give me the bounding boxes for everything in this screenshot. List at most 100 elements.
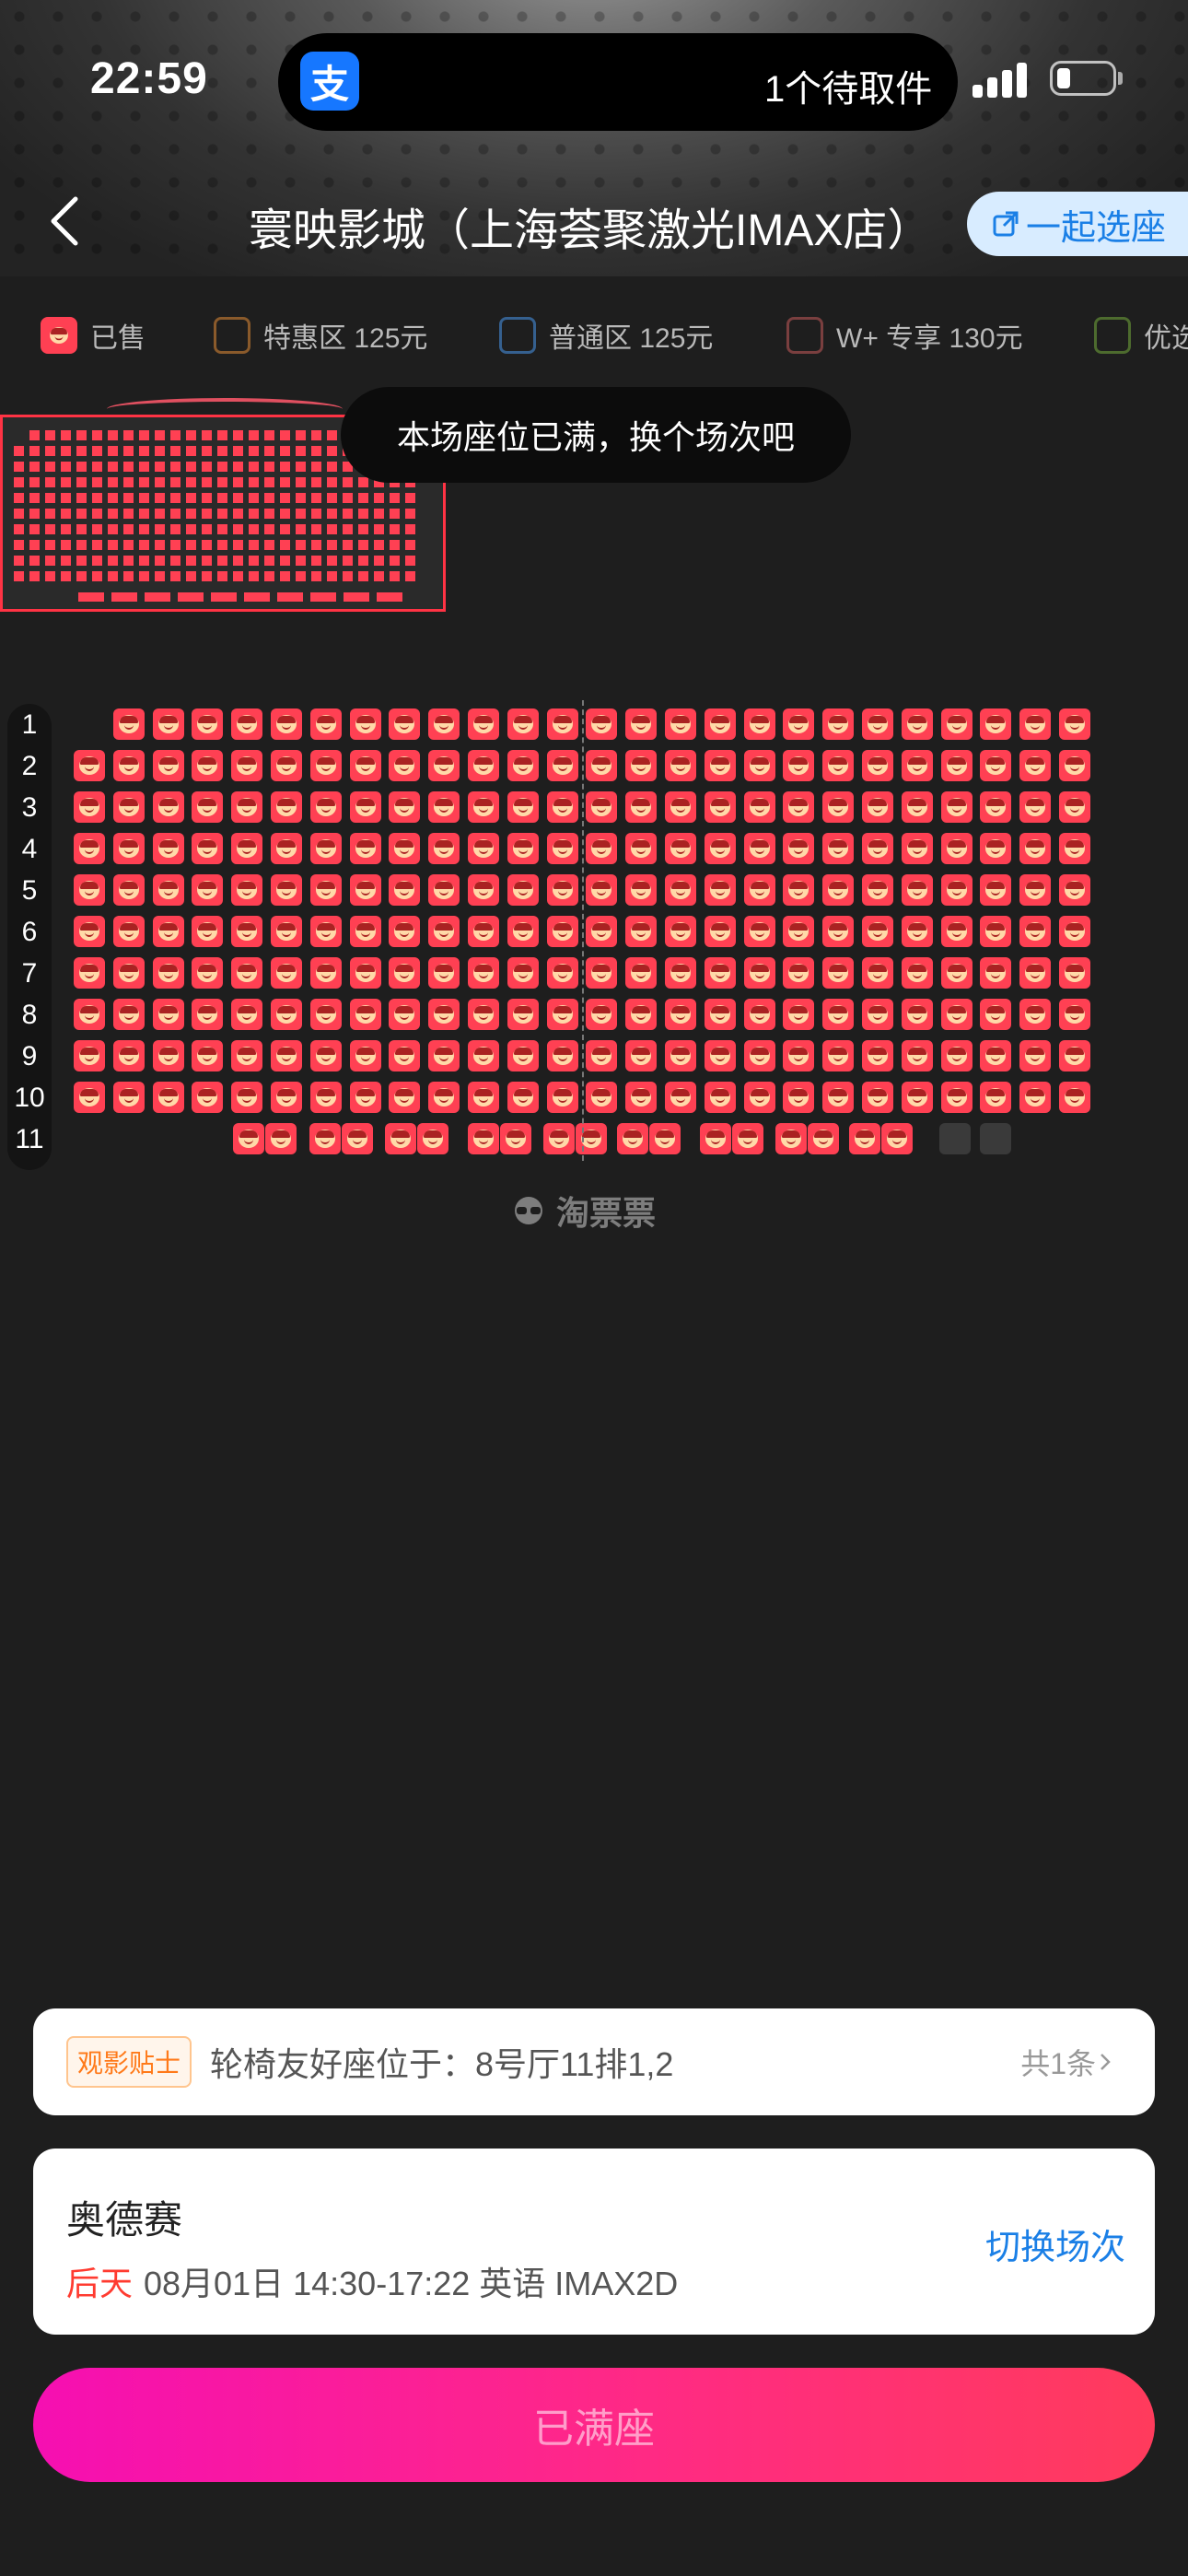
sold-seat[interactable] (862, 874, 893, 906)
sold-seat[interactable] (862, 791, 893, 823)
sold-seat[interactable] (704, 874, 736, 906)
sold-seat[interactable] (980, 1082, 1012, 1113)
sold-seat[interactable] (389, 833, 421, 864)
sold-seat[interactable] (507, 874, 539, 906)
sold-seat[interactable] (586, 916, 618, 947)
sold-seat[interactable] (862, 957, 893, 989)
sold-seat[interactable] (389, 1040, 421, 1071)
sold-seat[interactable] (822, 874, 855, 906)
sold-seat[interactable] (625, 791, 658, 823)
sold-seat[interactable] (389, 916, 421, 947)
sold-seat[interactable] (1059, 791, 1090, 823)
sold-seat[interactable] (349, 999, 381, 1030)
sold-seat[interactable] (112, 791, 145, 823)
sold-seat[interactable] (980, 916, 1012, 947)
sold-seat[interactable] (862, 999, 893, 1030)
sold-seat[interactable] (152, 833, 184, 864)
sold-seat[interactable] (271, 708, 302, 740)
sold-seat[interactable] (1059, 1082, 1090, 1113)
sold-seat[interactable] (389, 708, 421, 740)
sold-seat[interactable] (231, 708, 263, 740)
sold-seat[interactable] (112, 874, 145, 906)
sold-seat[interactable] (700, 1123, 731, 1154)
sold-seat[interactable] (349, 708, 381, 740)
sold-seat[interactable] (704, 957, 736, 989)
sold-seat[interactable] (152, 708, 184, 740)
sold-seat[interactable] (231, 957, 263, 989)
sold-seat[interactable] (231, 1082, 263, 1113)
sold-seat[interactable] (349, 750, 381, 781)
sold-seat[interactable] (783, 916, 815, 947)
sold-seat[interactable] (862, 916, 893, 947)
sold-seat[interactable] (1059, 916, 1090, 947)
sold-seat[interactable] (546, 916, 578, 947)
sold-seat[interactable] (586, 791, 618, 823)
sold-seat[interactable] (665, 1082, 696, 1113)
sold-seat[interactable] (546, 999, 578, 1030)
sold-seat[interactable] (1059, 1040, 1090, 1071)
sold-seat[interactable] (349, 1040, 381, 1071)
sold-seat[interactable] (881, 1123, 913, 1154)
sold-seat[interactable] (546, 1040, 578, 1071)
sold-seat[interactable] (901, 750, 933, 781)
sold-seat[interactable] (901, 1040, 933, 1071)
sold-seat[interactable] (507, 957, 539, 989)
sold-seat[interactable] (271, 999, 302, 1030)
viewing-tips-card[interactable]: 观影贴士 轮椅友好座位于：8号厅11排1,2 共1条 (33, 2008, 1155, 2115)
sold-seat[interactable] (862, 750, 893, 781)
sold-seat[interactable] (822, 750, 855, 781)
sold-seat[interactable] (980, 999, 1012, 1030)
sold-seat[interactable] (586, 1082, 618, 1113)
sold-seat[interactable] (428, 916, 460, 947)
sold-seat[interactable] (625, 1082, 658, 1113)
sold-seat[interactable] (74, 833, 105, 864)
sold-seat[interactable] (546, 708, 578, 740)
sold-seat[interactable] (901, 957, 933, 989)
sold-seat[interactable] (1059, 750, 1090, 781)
sold-seat[interactable] (783, 791, 815, 823)
sold-seat[interactable] (1019, 791, 1052, 823)
sold-seat[interactable] (1059, 708, 1090, 740)
sold-seat[interactable] (704, 1040, 736, 1071)
sold-seat[interactable] (428, 1082, 460, 1113)
sold-seat[interactable] (389, 750, 421, 781)
sold-seat[interactable] (112, 999, 145, 1030)
sold-seat[interactable] (940, 874, 973, 906)
sold-seat[interactable] (507, 1082, 539, 1113)
sold-seat[interactable] (586, 874, 618, 906)
sold-seat[interactable] (743, 999, 775, 1030)
sold-seat[interactable] (507, 750, 539, 781)
sold-seat[interactable] (586, 750, 618, 781)
sold-seat[interactable] (428, 791, 460, 823)
sold-seat[interactable] (940, 999, 973, 1030)
sold-seat[interactable] (822, 833, 855, 864)
sold-seat[interactable] (192, 750, 224, 781)
sold-seat[interactable] (704, 999, 736, 1030)
sold-seat[interactable] (586, 833, 618, 864)
sold-seat[interactable] (546, 874, 578, 906)
sold-seat[interactable] (385, 1123, 416, 1154)
island-notification-text[interactable]: 1个待取件 (764, 59, 932, 112)
sold-seat[interactable] (507, 833, 539, 864)
sold-seat[interactable] (743, 791, 775, 823)
sold-seat[interactable] (507, 708, 539, 740)
sold-seat[interactable] (901, 874, 933, 906)
sold-seat[interactable] (309, 833, 342, 864)
sold-seat[interactable] (1019, 833, 1052, 864)
sold-seat[interactable] (980, 708, 1012, 740)
sold-seat[interactable] (862, 833, 893, 864)
sold-seat[interactable] (586, 708, 618, 740)
sold-seat[interactable] (231, 750, 263, 781)
sold-seat[interactable] (112, 708, 145, 740)
sold-seat[interactable] (1059, 999, 1090, 1030)
sold-seat[interactable] (775, 1123, 807, 1154)
sold-seat[interactable] (546, 957, 578, 989)
sold-seat[interactable] (704, 1082, 736, 1113)
sold-seat[interactable] (940, 957, 973, 989)
sold-seat[interactable] (743, 874, 775, 906)
sold-seat[interactable] (349, 1082, 381, 1113)
sold-seat[interactable] (112, 916, 145, 947)
sold-seat[interactable] (389, 1082, 421, 1113)
sold-seat[interactable] (822, 1040, 855, 1071)
sold-seat[interactable] (342, 1123, 373, 1154)
